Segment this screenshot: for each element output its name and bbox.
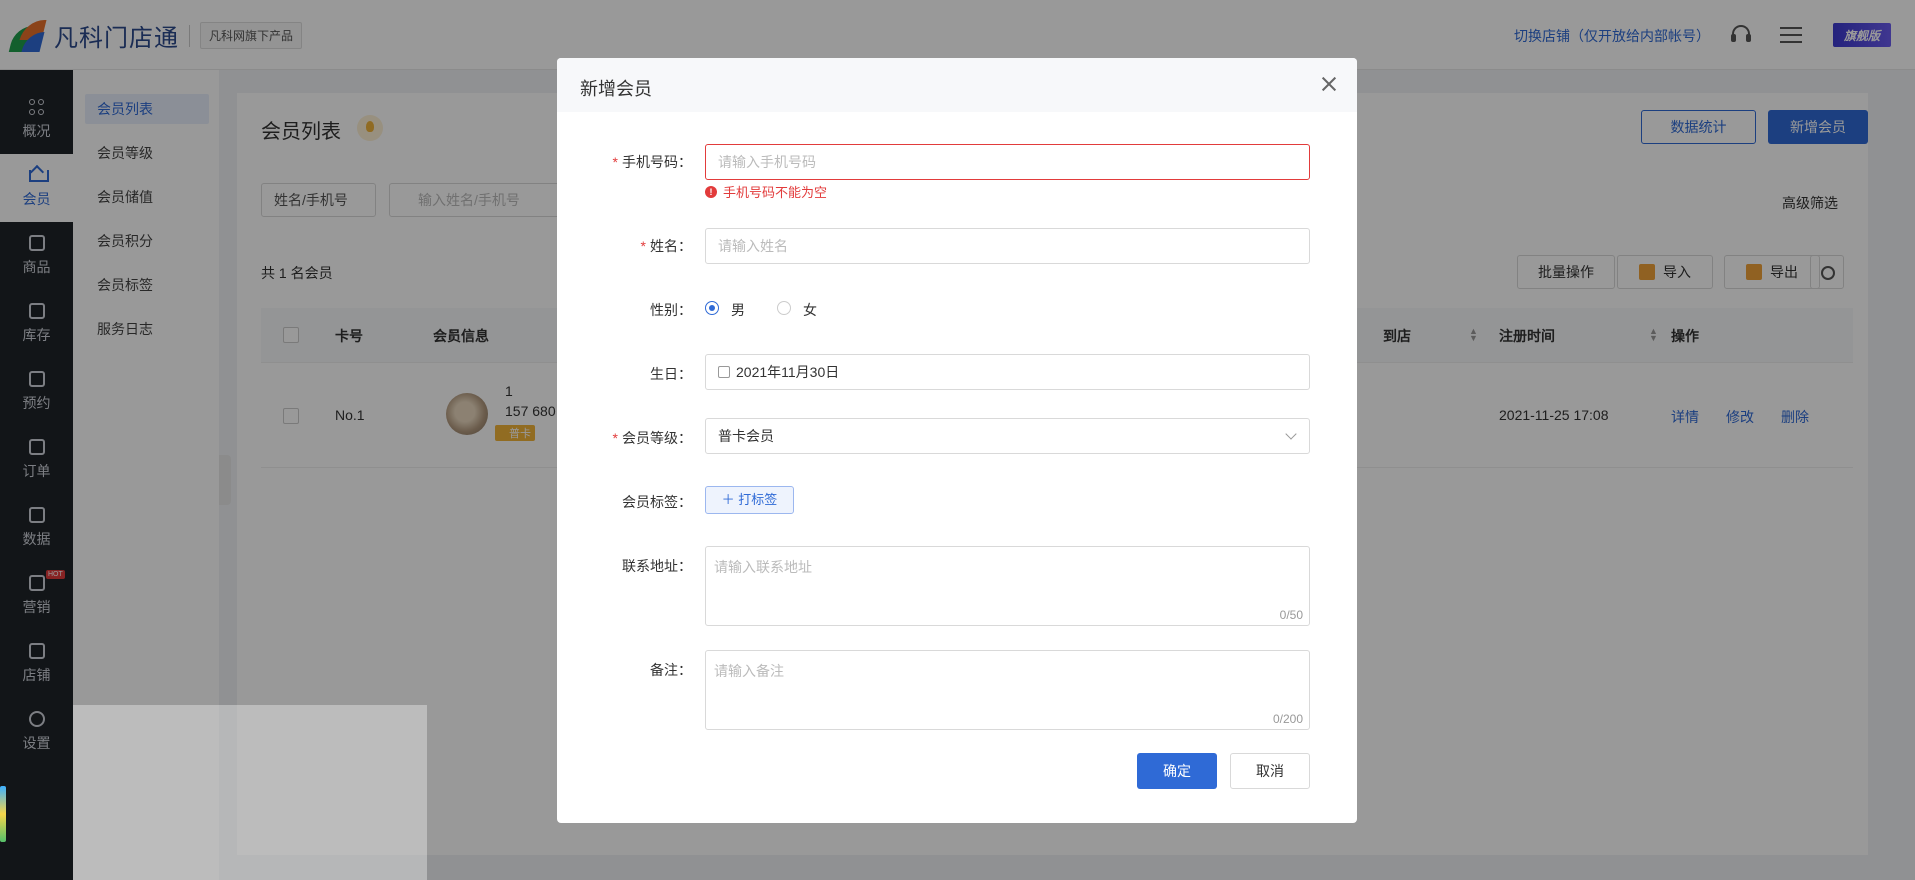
cancel-button[interactable]: 取消 [1230, 753, 1310, 789]
add-tag-label: 打标签 [738, 492, 778, 507]
remark-textarea[interactable]: 请输入备注 0/200 [705, 650, 1310, 730]
side-thumbnail [0, 786, 6, 842]
name-placeholder: 请输入姓名 [718, 238, 788, 254]
plus-icon: ＋ [721, 492, 739, 507]
name-input[interactable]: 请输入姓名 [705, 228, 1310, 264]
level-select[interactable]: 普卡会员 [705, 418, 1310, 454]
phone-error: ! 手机号码不能为空 [705, 182, 827, 201]
tags-label: 会员标签： [622, 494, 692, 510]
add-tag-button[interactable]: ＋ 打标签 [705, 486, 794, 514]
level-label-text: 会员等级： [622, 430, 692, 446]
gender-male-label[interactable]: 男 [731, 300, 745, 320]
chevron-down-icon [1285, 428, 1297, 440]
phone-label: * 手机号码： [612, 154, 692, 170]
birthday-picker[interactable]: 2021年11月30日 [705, 354, 1310, 390]
address-label: 联系地址： [622, 558, 692, 574]
address-counter: 0/50 [1279, 608, 1303, 622]
add-member-dialog: 新增会员 * 手机号码： 请输入手机号码 ! 手机号码不能为空 * 姓名： 请输入姓名… [557, 58, 1357, 823]
phone-error-text: 手机号码不能为空 [723, 185, 828, 200]
remark-label: 备注： [650, 662, 692, 678]
dialog-title: 新增会员 [580, 79, 652, 99]
level-label: * 会员等级： [612, 430, 692, 446]
remark-counter: 0/200 [1272, 712, 1303, 726]
birthday-label: 生日： [650, 366, 692, 382]
birthday-value: 2021年11月30日 [736, 364, 840, 380]
address-textarea[interactable]: 请输入联系地址 0/50 [705, 546, 1310, 626]
dialog-header: 新增会员 [557, 58, 1357, 112]
close-icon[interactable] [1321, 76, 1337, 92]
name-label-text: 姓名： [650, 238, 692, 254]
gender-female-label[interactable]: 女 [803, 300, 817, 320]
phone-input[interactable]: 请输入手机号码 [705, 144, 1310, 180]
gender-female-radio[interactable] [777, 301, 791, 315]
confirm-button[interactable]: 确定 [1137, 753, 1217, 789]
error-icon: ! [705, 185, 717, 198]
gender-label: 性别： [650, 302, 692, 318]
calendar-icon [718, 366, 730, 378]
level-value: 普卡会员 [718, 428, 774, 444]
phone-label-text: 手机号码： [622, 154, 692, 170]
phone-placeholder: 请输入手机号码 [718, 154, 816, 170]
name-label: * 姓名： [640, 238, 692, 254]
remark-placeholder: 请输入备注 [714, 663, 784, 679]
gender-male-radio[interactable] [705, 301, 719, 315]
mask-highlight [73, 705, 427, 880]
address-placeholder: 请输入联系地址 [714, 559, 812, 575]
